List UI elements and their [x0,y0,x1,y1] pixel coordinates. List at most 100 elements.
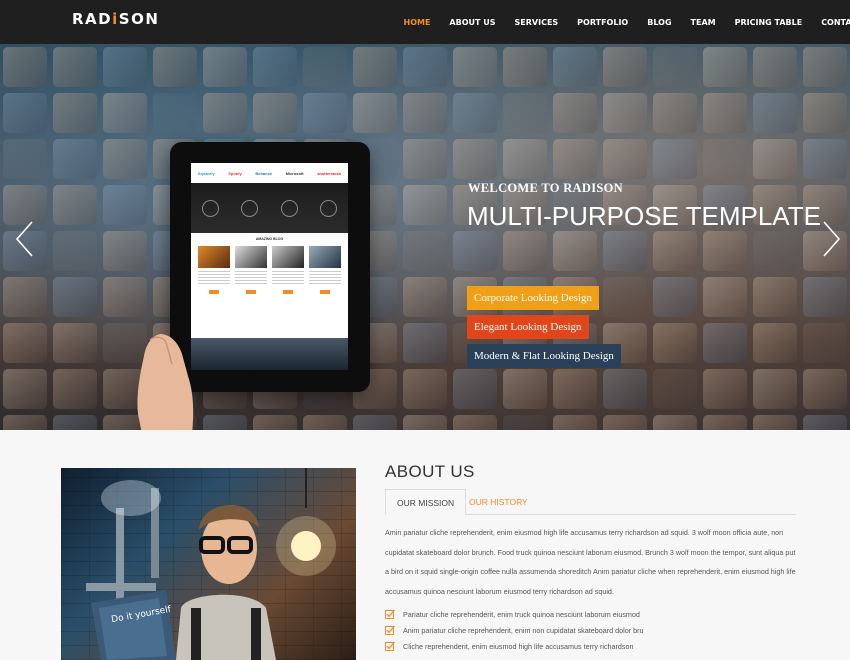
collage-tile [453,139,497,179]
collage-tile [53,185,97,225]
tablet-stat-circle [319,199,337,217]
tablet-logo: Behance [255,170,273,176]
about-title: ABOUT US [385,462,475,481]
collage-tile [753,415,797,430]
about-checklist: Pariatur cliche reprehenderit, enim truc… [385,606,805,654]
tab-our-mission[interactable]: OUR MISSION [385,489,467,515]
collage-tile [3,93,47,133]
tablet-client-logos: Squarely Spotify Behance Microsoft shutt… [191,163,348,183]
collage-tile [653,369,697,409]
collage-tile [803,369,847,409]
tablet-thumb [309,246,342,268]
tablet-stat-circle [241,199,259,217]
collage-tile [703,369,747,409]
tablet-stat-circle [280,199,298,217]
collage-tile [753,277,797,317]
hand-holding-tablet-icon [137,334,194,430]
collage-tile [403,369,447,409]
checklist-item: Cliche reprehenderit, enim eiusmod high … [385,638,805,654]
tablet-mini-button [283,290,294,294]
tablet-text-lines [309,271,342,285]
checkbox-checked-icon [385,641,395,651]
nav-team[interactable]: TEAM [691,18,716,27]
main-nav: HOME ABOUT US SERVICES PORTFOLIO BLOG TE… [394,0,850,44]
collage-tile [653,139,697,179]
hero-feature-pill-corporate: Corporate Looking Design [467,286,599,310]
hero-headline: MULTI-PURPOSE TEMPLATE [467,201,821,231]
collage-tile [553,139,597,179]
hero-feature-pill-modern: Modern & Flat Looking Design [467,344,621,368]
collage-tile [153,47,197,87]
collage-tile [103,47,147,87]
collage-tile [453,47,497,87]
checklist-item-text: Cliche reprehenderit, enim eiusmod high … [403,641,634,651]
collage-tile [803,47,847,87]
collage-tile [603,231,647,271]
collage-tile [203,47,247,87]
nav-services[interactable]: SERVICES [515,18,559,27]
collage-tile [353,93,397,133]
collage-tile [503,415,547,430]
nav-pricing-table[interactable]: PRICING TABLE [735,18,803,27]
collage-tile [653,277,697,317]
collage-tile [753,93,797,133]
collage-tile [553,369,597,409]
tablet-logo: shutterstock [317,170,342,176]
tablet-stats-band [191,183,348,233]
nav-about-us[interactable]: ABOUT US [449,18,495,27]
collage-tile [553,415,597,430]
nav-portfolio[interactable]: PORTFOLIO [577,18,628,27]
collage-tile [703,277,747,317]
collage-tile [703,415,747,430]
collage-tile [803,323,847,363]
collage-tile [53,415,97,430]
collage-tile [753,369,797,409]
collage-tile [253,415,297,430]
collage-tile [403,47,447,87]
collage-tile [53,323,97,363]
checkbox-checked-icon [385,609,395,619]
tablet-mini-button [245,290,256,294]
tab-our-history[interactable]: OUR HISTORY [458,489,539,515]
tablet-text-lines [234,271,267,285]
collage-tile [303,47,347,87]
tablet-thumb [272,246,305,268]
collage-tile [503,231,547,271]
about-paragraph: Amin pariatur cliche reprehenderit, enim… [385,528,796,596]
collage-tile [53,93,97,133]
checklist-item: Pariatur cliche reprehenderit, enim truc… [385,606,805,622]
tablet-thumb [234,246,267,268]
tablet-logo: Spotify [228,170,242,176]
collage-tile [353,47,397,87]
collage-tile [103,231,147,271]
collage-tile [603,415,647,430]
site-logo[interactable]: RADiSON [72,10,159,28]
collage-tile [453,369,497,409]
checkbox-checked-icon [385,625,395,635]
collage-tile [403,93,447,133]
collage-tile [253,47,297,87]
collage-tile [53,369,97,409]
nav-contact[interactable]: CONTACT [821,18,850,27]
collage-tile [3,139,47,179]
slider-prev-arrow-icon[interactable] [14,220,34,258]
tablet-logo: Squarely [197,170,215,176]
collage-tile [803,139,847,179]
collage-tile [653,47,697,87]
hero-welcome-text: WELCOME TO RADISON [468,181,623,195]
collage-tile [3,323,47,363]
collage-tile [753,47,797,87]
collage-tile [53,47,97,87]
nav-home[interactable]: HOME [404,18,431,27]
tablet-text-lines [272,271,305,285]
collage-tile [703,93,747,133]
collage-tile [3,277,47,317]
nav-blog[interactable]: BLOG [647,18,671,27]
collage-tile [103,185,147,225]
slider-next-arrow-icon[interactable] [822,220,842,258]
collage-tile [803,415,847,430]
tablet-blog-thumbs [191,241,348,268]
collage-tile [653,415,697,430]
collage-tile [203,93,247,133]
collage-tile [403,277,447,317]
